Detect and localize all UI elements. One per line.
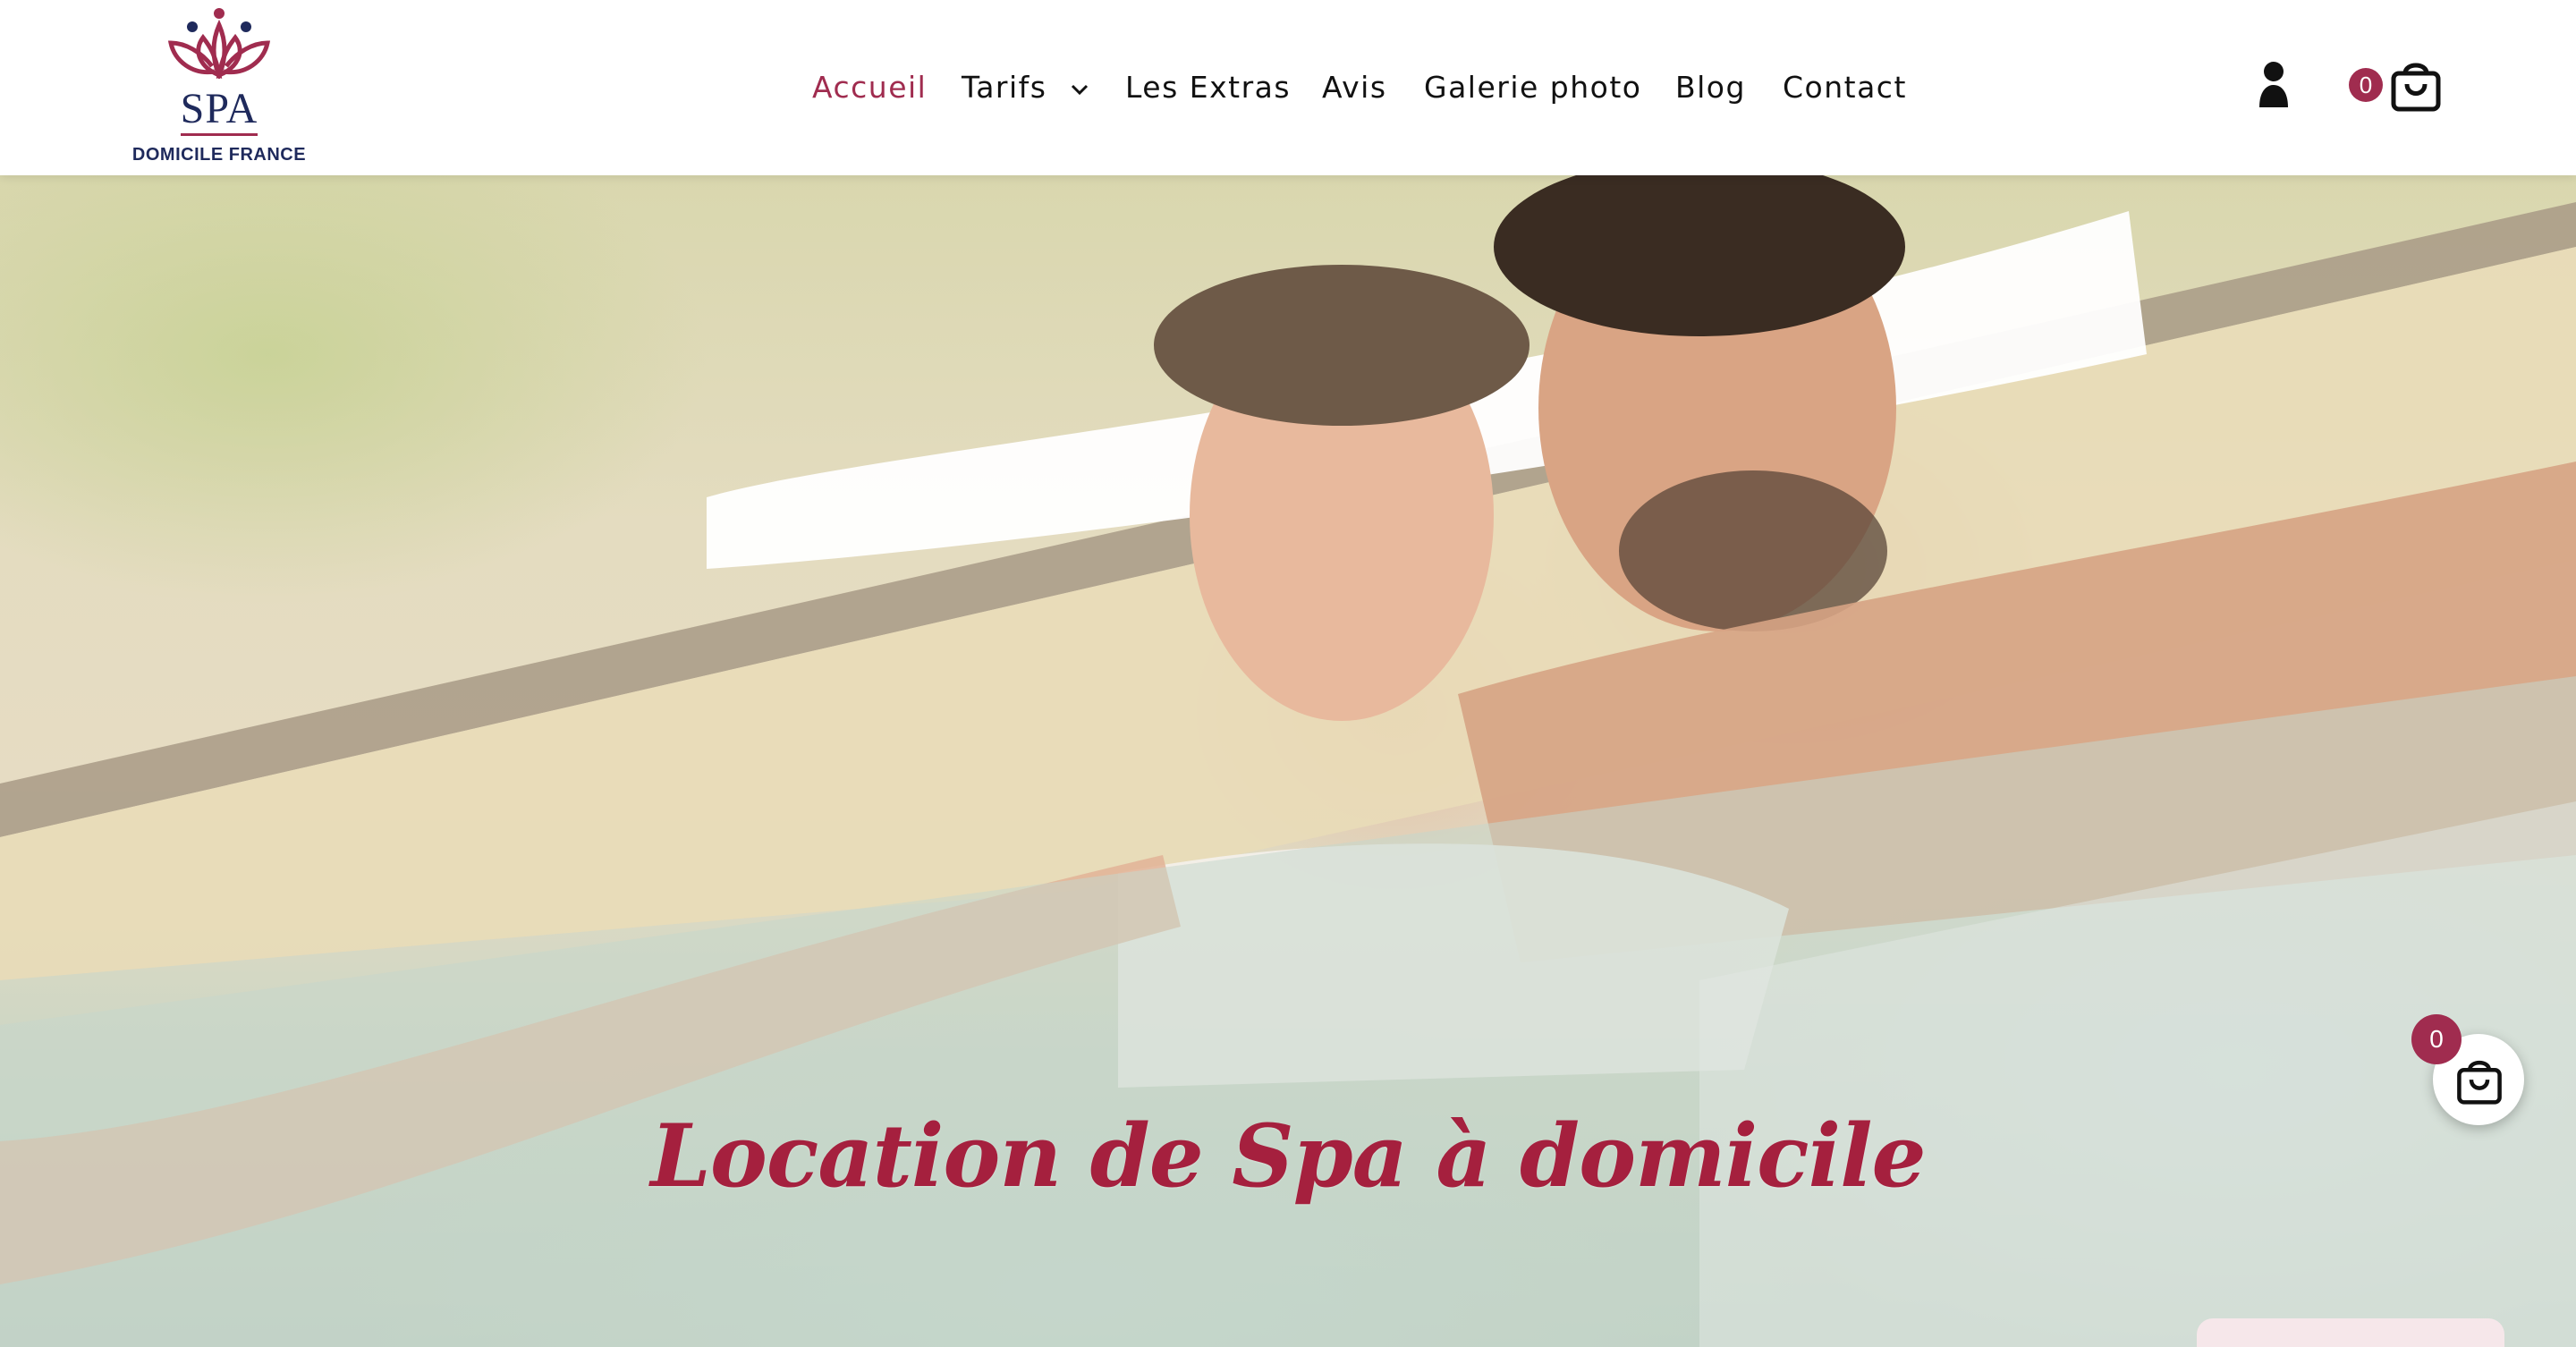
user-icon[interactable] xyxy=(2256,61,2292,109)
nav-item-label: Tarifs xyxy=(962,70,1047,105)
chevron-down-icon xyxy=(1072,84,1089,95)
logo-wordmark: SPA xyxy=(180,85,258,132)
nav-item-galerie-photo[interactable]: Galerie photo xyxy=(1424,70,1641,105)
site-header: SPA DOMICILE FRANCE Accueil Tarifs Les E… xyxy=(0,0,2576,175)
crown-lotus-icon xyxy=(167,8,271,79)
logo-subtitle: DOMICILE FRANCE xyxy=(131,145,307,165)
hero-banner: Location de Spa à domicile xyxy=(0,175,2576,1347)
nav-item-tarifs[interactable]: Tarifs xyxy=(962,70,1089,105)
bottom-widget-tab[interactable] xyxy=(2197,1318,2504,1347)
shopping-bag-icon[interactable] xyxy=(2390,57,2442,113)
nav-item-blog[interactable]: Blog xyxy=(1675,70,1746,105)
nav-item-les-extras[interactable]: Les Extras xyxy=(1125,70,1291,105)
brand-logo[interactable]: SPA DOMICILE FRANCE xyxy=(125,5,313,172)
cart-count-badge: 0 xyxy=(2349,68,2383,102)
nav-item-contact[interactable]: Contact xyxy=(1783,70,1907,105)
nav-item-accueil[interactable]: Accueil xyxy=(812,70,927,105)
nav-item-avis[interactable]: Avis xyxy=(1322,70,1387,105)
shopping-bag-icon xyxy=(2457,1060,2502,1105)
floating-cart-count-badge: 0 xyxy=(2411,1014,2462,1064)
logo-divider xyxy=(181,133,258,136)
hero-title: Location de Spa à domicile xyxy=(650,1106,1926,1207)
